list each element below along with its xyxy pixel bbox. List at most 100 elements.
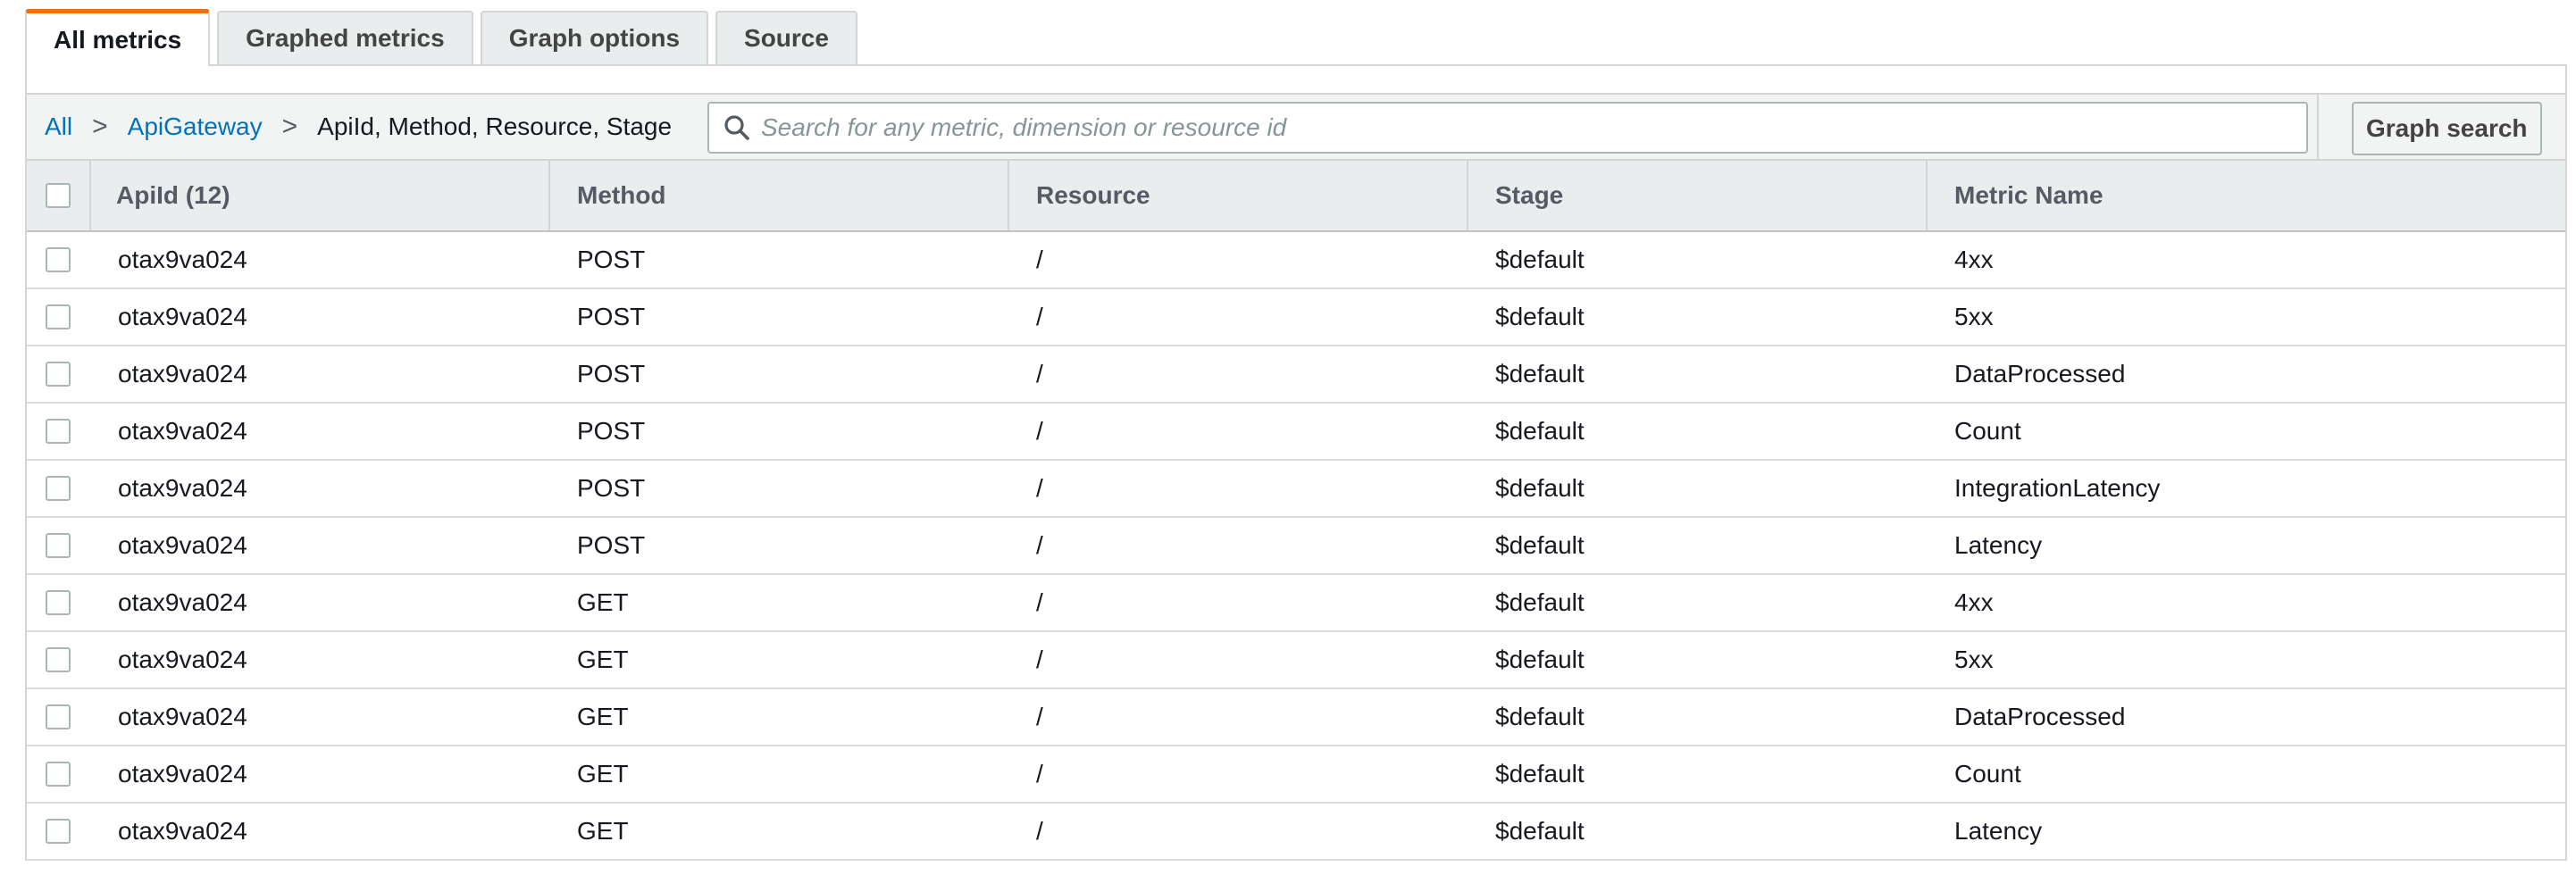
row-select-cell — [27, 518, 91, 573]
cloudwatch-metrics-browser: All metrics Graphed metrics Graph option… — [0, 0, 2576, 875]
row-select-cell — [27, 689, 91, 745]
table-row[interactable]: otax9va024 POST / $default Latency — [27, 518, 2565, 575]
column-header-resource[interactable]: Resource — [1009, 161, 1468, 230]
table-row[interactable]: otax9va024 GET / $default Count — [27, 746, 2565, 804]
cell-stage: $default — [1495, 646, 1585, 673]
cell-resource: / — [1036, 303, 1043, 330]
metrics-tabs: All metrics Graphed metrics Graph option… — [25, 9, 865, 66]
cell-resource: / — [1036, 246, 1043, 273]
cell-metric-name: 5xx — [1954, 303, 1994, 330]
breadcrumb-namespace-link[interactable]: ApiGateway — [128, 112, 263, 141]
cell-method: GET — [577, 703, 629, 730]
breadcrumb: All > ApiGateway > ApiId, Method, Resour… — [45, 95, 672, 159]
cell-metric-name: 4xx — [1954, 588, 1994, 616]
cell-resource: / — [1036, 703, 1043, 730]
cell-metric-name: 5xx — [1954, 646, 1994, 673]
row-select-cell — [27, 346, 91, 402]
row-checkbox[interactable] — [46, 819, 71, 844]
cell-stage: $default — [1495, 417, 1585, 445]
cell-metric-name: DataProcessed — [1954, 703, 2126, 730]
cell-method: POST — [577, 360, 646, 388]
select-all-checkbox[interactable] — [46, 183, 71, 208]
cell-api-id: otax9va024 — [118, 588, 247, 616]
row-checkbox[interactable] — [46, 419, 71, 444]
tab-all-metrics[interactable]: All metrics — [25, 9, 211, 66]
search-input[interactable] — [761, 113, 2279, 142]
table-row[interactable]: otax9va024 POST / $default Count — [27, 404, 2565, 461]
cell-api-id: otax9va024 — [118, 474, 247, 502]
cell-resource: / — [1036, 646, 1043, 673]
row-checkbox[interactable] — [46, 647, 71, 672]
graph-search-button[interactable]: Graph search — [2352, 102, 2542, 155]
tab-source[interactable]: Source — [715, 11, 857, 64]
row-checkbox[interactable] — [46, 533, 71, 558]
table-row[interactable]: otax9va024 POST / $default 4xx — [27, 232, 2565, 289]
row-checkbox[interactable] — [46, 704, 71, 729]
search-icon — [722, 112, 752, 143]
toolbar-divider — [2317, 95, 2319, 159]
column-header-method[interactable]: Method — [550, 161, 1009, 230]
cell-resource: / — [1036, 417, 1043, 445]
cell-resource: / — [1036, 360, 1043, 388]
cell-resource: / — [1036, 474, 1043, 502]
cell-api-id: otax9va024 — [118, 246, 247, 273]
cell-metric-name: IntegrationLatency — [1954, 474, 2161, 502]
cell-stage: $default — [1495, 360, 1585, 388]
chevron-right-icon: > — [92, 112, 108, 141]
cell-method: GET — [577, 646, 629, 673]
row-select-cell — [27, 404, 91, 459]
table-row[interactable]: otax9va024 GET / $default 5xx — [27, 632, 2565, 689]
cell-stage: $default — [1495, 817, 1585, 845]
table-row[interactable]: otax9va024 GET / $default DataProcessed — [27, 689, 2565, 746]
cell-api-id: otax9va024 — [118, 760, 247, 788]
cell-method: GET — [577, 817, 629, 845]
table-row[interactable]: otax9va024 GET / $default Latency — [27, 804, 2565, 861]
row-select-cell — [27, 232, 91, 288]
table-row[interactable]: otax9va024 POST / $default DataProcessed — [27, 346, 2565, 404]
column-header-stage[interactable]: Stage — [1468, 161, 1928, 230]
cell-api-id: otax9va024 — [118, 703, 247, 730]
row-select-cell — [27, 804, 91, 859]
panel-top-spacer — [25, 66, 2567, 93]
cell-api-id: otax9va024 — [118, 531, 247, 559]
cell-metric-name: Count — [1954, 760, 2021, 788]
row-select-cell — [27, 575, 91, 630]
cell-stage: $default — [1495, 303, 1585, 330]
chevron-right-icon: > — [281, 112, 298, 141]
row-checkbox[interactable] — [46, 590, 71, 615]
cell-stage: $default — [1495, 703, 1585, 730]
row-checkbox[interactable] — [46, 304, 71, 329]
cell-api-id: otax9va024 — [118, 646, 247, 673]
cell-method: GET — [577, 760, 629, 788]
table-body: otax9va024 POST / $default 4xx otax9va024 POST… — [27, 232, 2565, 861]
row-checkbox[interactable] — [46, 362, 71, 387]
cell-method: POST — [577, 417, 646, 445]
cell-resource: / — [1036, 817, 1043, 845]
cell-api-id: otax9va024 — [118, 817, 247, 845]
cell-metric-name: Count — [1954, 417, 2021, 445]
tab-graphed-metrics[interactable]: Graphed metrics — [217, 11, 473, 64]
table-row[interactable]: otax9va024 POST / $default 5xx — [27, 289, 2565, 346]
breadcrumb-all-link[interactable]: All — [45, 112, 72, 141]
table-row[interactable]: otax9va024 POST / $default IntegrationLatenc… — [27, 461, 2565, 518]
cell-stage: $default — [1495, 760, 1585, 788]
cell-method: POST — [577, 303, 646, 330]
row-checkbox[interactable] — [46, 762, 71, 787]
row-select-cell — [27, 632, 91, 688]
cell-resource: / — [1036, 531, 1043, 559]
column-header-metric-name[interactable]: Metric Name — [1928, 161, 2565, 230]
metrics-toolbar: All > ApiGateway > ApiId, Method, Resour… — [25, 93, 2567, 161]
row-select-cell — [27, 746, 91, 802]
row-checkbox[interactable] — [46, 476, 71, 501]
table-row[interactable]: otax9va024 GET / $default 4xx — [27, 575, 2565, 632]
metric-search-box[interactable] — [707, 102, 2308, 154]
cell-resource: / — [1036, 760, 1043, 788]
row-checkbox[interactable] — [46, 247, 71, 272]
cell-method: GET — [577, 588, 629, 616]
tab-graph-options[interactable]: Graph options — [480, 11, 709, 64]
select-all-cell — [27, 161, 91, 230]
cell-method: POST — [577, 531, 646, 559]
cell-api-id: otax9va024 — [118, 360, 247, 388]
cell-api-id: otax9va024 — [118, 417, 247, 445]
column-header-apiid[interactable]: ApiId (12) — [91, 161, 550, 230]
